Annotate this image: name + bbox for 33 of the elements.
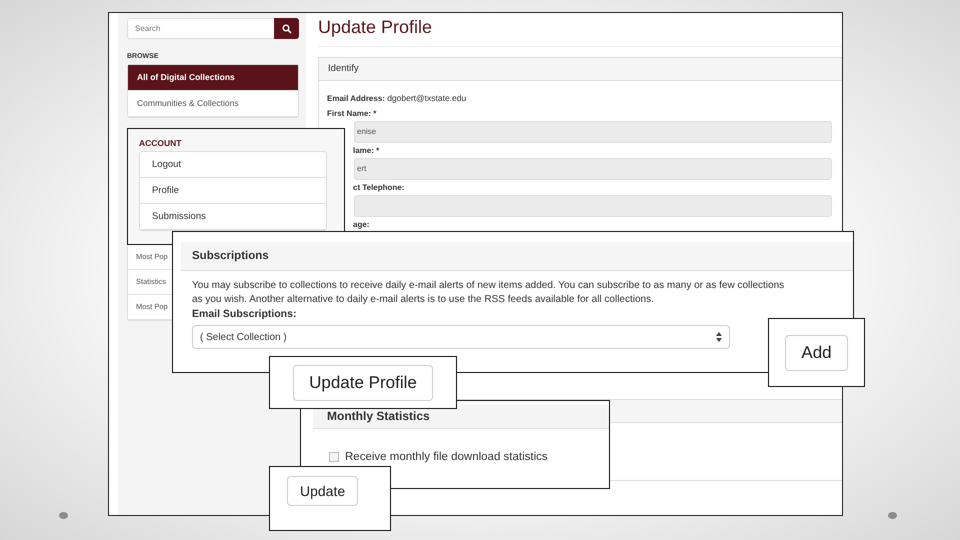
field-label: age:	[353, 220, 370, 229]
menu-item[interactable]: Logout	[140, 152, 326, 178]
section-heading: ACCOUNT	[139, 138, 182, 148]
input-field[interactable]: enise	[354, 121, 832, 143]
panel-heading: Identify	[319, 58, 842, 81]
add-button[interactable]: Add	[785, 334, 848, 370]
menu-item[interactable]: Submissions	[140, 204, 326, 230]
update-profile-button[interactable]: Update Profile	[293, 364, 433, 400]
description-text: You may subscribe to collections to receive daily e-mail alerts of new items added. You can subscribe to as many or as few collections as you wish. Another alternative to daily e-mail alerts is to use the RSS feeds available for all collections.	[192, 279, 786, 307]
collection-dropdown[interactable]: ( Select Collection )	[192, 325, 730, 349]
update-button[interactable]: Update	[287, 476, 358, 506]
field-label: Email Address:	[327, 94, 385, 103]
panel-heading: Monthly Statistics	[313, 405, 609, 429]
search-field[interactable]: Search	[127, 18, 274, 39]
page-title: Update Profile	[318, 17, 842, 47]
checkbox[interactable]	[329, 452, 339, 462]
menu-item[interactable]: Profile	[140, 178, 326, 204]
search-icon	[282, 24, 292, 34]
email-value: dgobert@txstate.edu	[387, 93, 466, 103]
field-label: lame: *	[353, 146, 380, 155]
checkbox-label: Receive monthly file download statistics	[345, 451, 548, 463]
input-field[interactable]: ert	[354, 158, 832, 180]
dot-icon	[888, 512, 897, 519]
field-label: First Name: *	[327, 109, 376, 118]
search-button[interactable]	[274, 18, 299, 39]
dot-icon	[59, 512, 68, 519]
field-label: Email Subscriptions:	[192, 308, 298, 320]
panel-heading: Subscriptions	[181, 242, 853, 271]
input-field[interactable]	[354, 195, 832, 217]
sidebar-item[interactable]: All of Digital Collections	[128, 65, 298, 91]
sidebar-item[interactable]: Communities & Collections	[128, 91, 298, 117]
field-label: ct Telephone:	[353, 183, 404, 192]
updown-icon	[716, 332, 722, 342]
